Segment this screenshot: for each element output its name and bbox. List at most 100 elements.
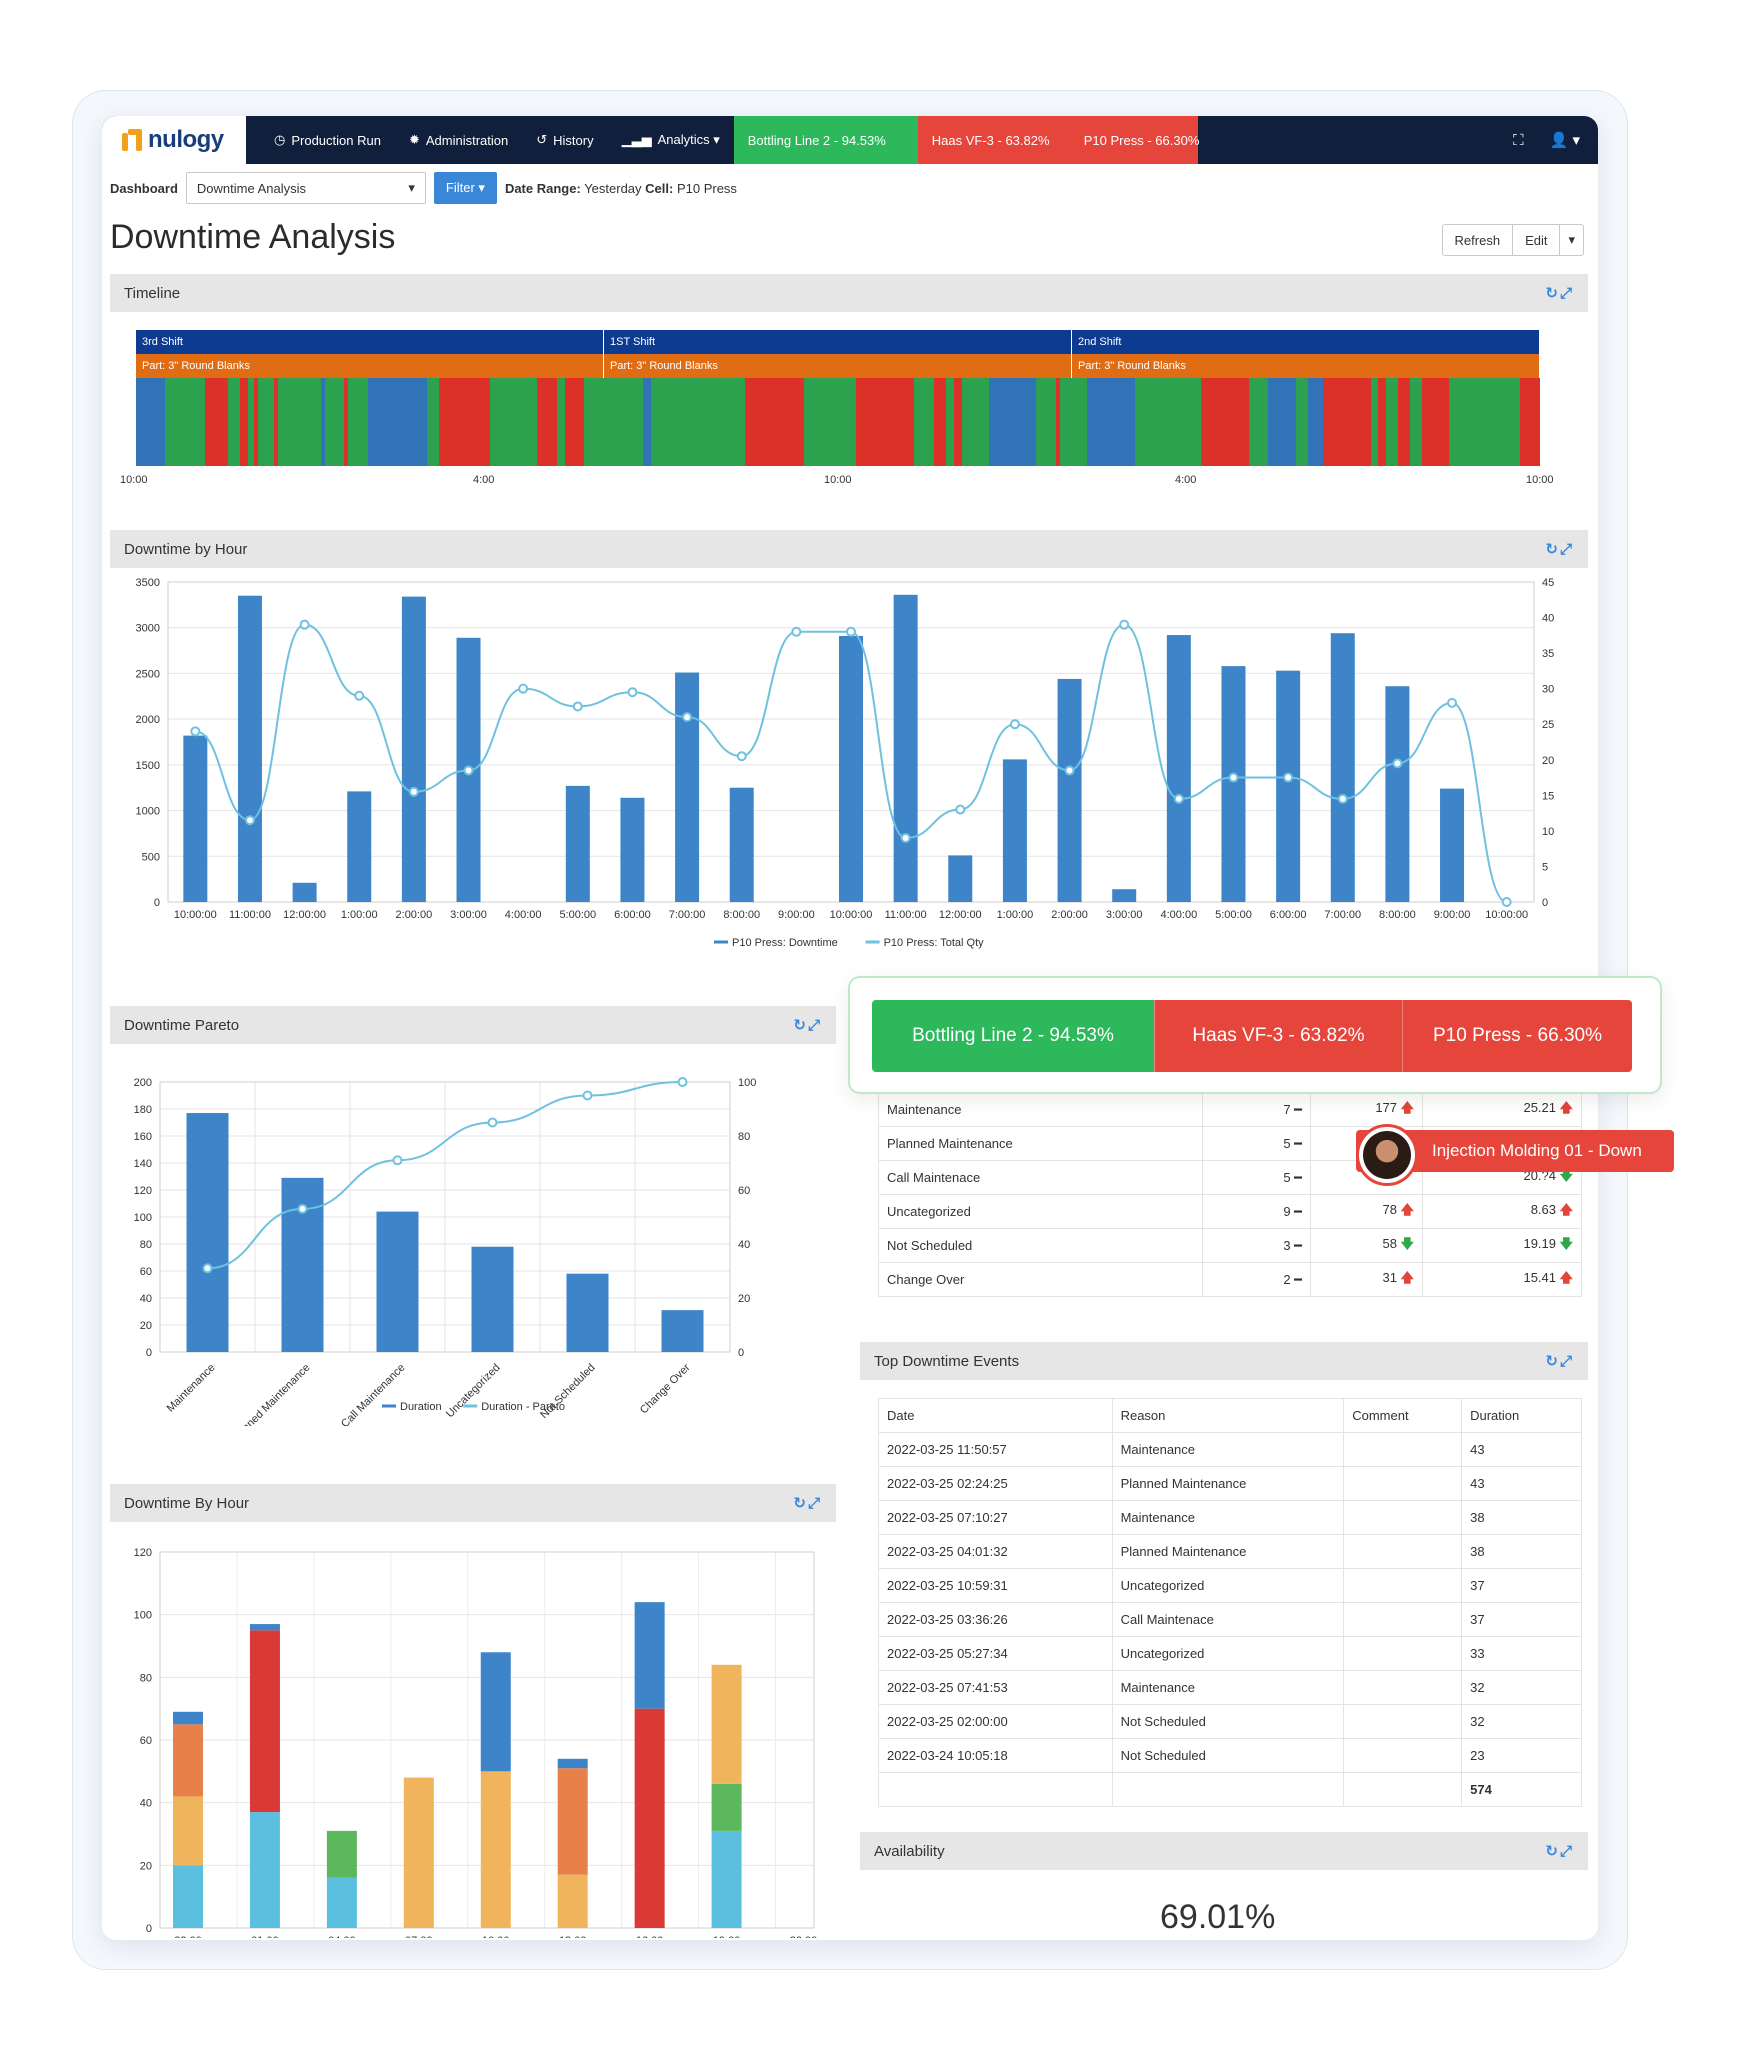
refresh-expand-icon[interactable]: ↻⤢ [1545,1352,1574,1370]
date-range-label: Date Range: [504,180,581,196]
column-header[interactable]: Reason [1111,1398,1345,1433]
y-tick-label: 120 [134,1547,152,1559]
brand-logo[interactable]: nulogy [102,116,246,164]
status-tile[interactable]: P10 Press - 66.30% [1069,116,1199,164]
y2-tick-label: 20 [1542,755,1554,767]
events-header-row: Date Reason Comment Duration [878,1398,1582,1433]
date-cell: 2022-03-25 02:00:00 [878,1704,1113,1739]
availability-value: 69.01% [1160,1898,1276,1936]
refresh-expand-icon[interactable]: ↻⤢ [1545,1842,1574,1860]
timeline-segment-down [1519,378,1540,466]
x-tick-label: 3:00:00 [1106,909,1143,921]
count-value: 7 [1283,1101,1291,1117]
refresh-expand-icon[interactable]: ↻⤢ [1545,540,1574,558]
x-tick-label: 10:00:00 [830,909,873,921]
nav-item-1[interactable]: ✹ Administration [395,132,522,148]
pareto-chart: 0 20 40 60 80 100 120 140 160 180 200 0 20 40 60 80 100 M… [134,1077,756,1426]
bar-mark [948,855,973,902]
refresh-expand-icon[interactable]: ↻⤢ [793,1016,822,1034]
table-row[interactable]: 2022-03-25 07:41:53 Maintenance 32 [878,1670,1582,1705]
status-tile[interactable]: Bottling Line 2 - 94.53% [733,116,918,164]
date-cell: 2022-03-25 10:59:31 [878,1568,1113,1603]
events-total-row: 574 [878,1772,1582,1807]
timeline-segment-running [1134,378,1202,466]
x-tick-label: 9:00:00 [1434,909,1471,921]
timeline-panel-title: Timeline [124,284,181,302]
x-tick-label: 9:00:00 [778,909,815,921]
stacked-bar-segment [711,1830,742,1928]
table-row[interactable]: 2022-03-25 10:59:31 Uncategorized 37 [878,1568,1582,1603]
duration-cell: 37 [1461,1602,1582,1637]
shift-label: 2nd Shift [1072,330,1540,354]
count-cell: 3 ━ [1202,1228,1311,1263]
timeline-tick-label: 10:00 [1526,474,1554,486]
edit-dropdown-icon[interactable]: ▾ [1560,225,1583,255]
x-tick-label: 12:00:00 [939,909,982,921]
x-tick-label: 5:00:00 [1215,909,1252,921]
x-tick-label: 13:00 [559,1935,587,1938]
column-header[interactable]: Duration [1461,1398,1582,1433]
comment-cell [1343,1670,1463,1705]
line-point [682,712,693,723]
table-row[interactable]: 2022-03-24 10:05:18 Not Scheduled 23 [878,1738,1582,1773]
y-tick-label: 200 [134,1077,152,1089]
reason-cell: Planned Maintenance [1111,1466,1345,1501]
x-tick-label: Maintenance [165,1362,218,1415]
refresh-expand-icon[interactable]: ↻⤢ [793,1494,822,1512]
timeline-segment-running [945,378,954,466]
x-tick-label: 22:00 [174,1935,202,1938]
filter-button[interactable]: Filter ▾ [433,172,497,204]
timeline-segment-down [855,378,915,466]
nav-item-label: Analytics ▾ [657,132,720,147]
table-row[interactable]: 2022-03-25 07:10:27 Maintenance 38 [878,1500,1582,1535]
floating-status-tile[interactable]: Haas VF-3 - 63.82% [1154,1000,1402,1072]
bar-mark [675,672,700,902]
nav-item-3[interactable]: ▁▃▅ Analytics ▾ [608,132,734,148]
y-tick-label: 180 [134,1104,152,1116]
table-row[interactable]: 2022-03-25 04:01:32 Planned Maintenance 38 [878,1534,1582,1569]
line-point [955,804,966,815]
y-tick-label: 0 [146,1347,152,1359]
table-row[interactable]: 2022-03-25 03:36:26 Call Maintenace 37 [878,1602,1582,1637]
reason-cell: Not Scheduled [1111,1704,1345,1739]
y2-tick-label: 35 [1542,648,1554,660]
bar-mark [620,797,645,902]
nav-item-0[interactable]: ◷ Production Run [260,132,395,148]
column-header[interactable]: Comment [1343,1398,1463,1433]
timeline-segment-running [1295,378,1308,466]
avg-cell: 25.21 🡅 [1422,1092,1582,1127]
table-row[interactable]: 2022-03-25 02:24:25 Planned Maintenance 43 [878,1466,1582,1501]
y2-tick-label: 60 [738,1185,750,1197]
avg-cell: 15.41 🡅 [1422,1262,1582,1297]
stacked-bar-segment [480,1652,511,1772]
count-value: 2 [1283,1271,1291,1287]
bar-mark [376,1211,419,1352]
stacked-bar-segment [249,1630,280,1813]
column-header[interactable]: Date [878,1398,1113,1433]
pareto-panel-title: Downtime Pareto [124,1016,240,1034]
line-point [1064,765,1075,776]
table-row[interactable]: 2022-03-25 05:27:34 Uncategorized 33 [878,1636,1582,1671]
y-tick-label: 1000 [136,806,160,818]
count-value: 5 [1283,1169,1291,1185]
status-tile[interactable]: Haas VF-3 - 63.82% [917,116,1070,164]
refresh-button[interactable]: Refresh [1443,225,1514,255]
duration-cell: 32 [1461,1704,1582,1739]
user-menu-icon[interactable]: 👤 ▾ [1550,131,1580,149]
downtime-by-hour-title: Downtime by Hour [124,540,248,558]
floating-status-tile[interactable]: Bottling Line 2 - 94.53% [872,1000,1154,1072]
dashboard-select[interactable]: Downtime Analysis ▾ [185,172,426,204]
fullscreen-icon[interactable]: ⛶ [1513,132,1524,149]
bar-mark [1112,889,1137,902]
stacked-bar-segment [326,1830,357,1878]
floating-status-tile[interactable]: P10 Press - 66.30% [1402,1000,1632,1072]
stacked-bar-segment [173,1796,203,1866]
refresh-expand-icon[interactable]: ↻⤢ [1545,284,1574,302]
shift-label: 1ST Shift [604,330,1072,354]
nav-item-2[interactable]: ↺ History [522,132,607,148]
edit-button[interactable]: Edit [1513,225,1561,255]
timeline-panel-header: Timeline ↻⤢ [110,274,1588,312]
count-cell: 5 ━ [1202,1160,1311,1195]
table-row[interactable]: 2022-03-25 11:50:57 Maintenance 43 [878,1432,1582,1467]
table-row[interactable]: 2022-03-25 02:00:00 Not Scheduled 32 [878,1704,1582,1739]
